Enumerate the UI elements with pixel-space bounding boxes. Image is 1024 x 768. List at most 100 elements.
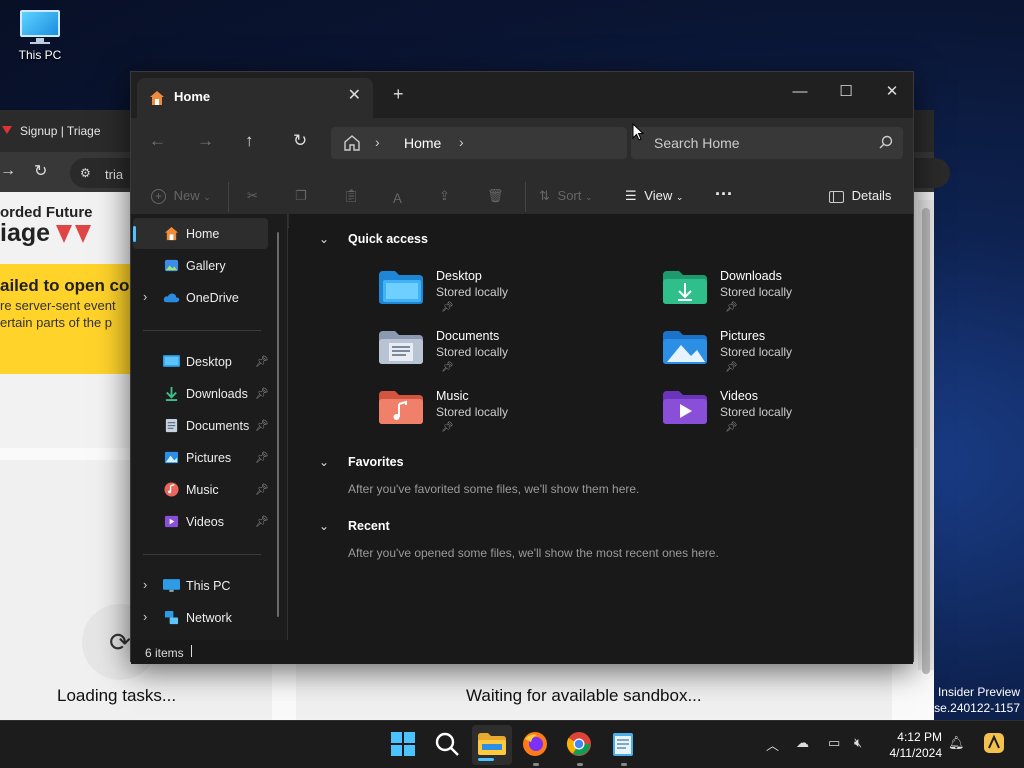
browser-forward-icon[interactable]: → [0,162,16,180]
nav-item-videos[interactable]: Videos 📌︎ [131,508,281,536]
quick-access-documents[interactable]: Documents Stored locally 📌︎ [379,327,579,381]
pin-icon[interactable]: 📌︎ [255,419,269,432]
nav-item-pictures[interactable]: Pictures 📌︎ [131,444,281,472]
quick-access-header[interactable]: Quick access [348,232,428,246]
nav-item-network[interactable]: › Network [131,604,281,632]
quick-access-downloads[interactable]: Downloads Stored locally 📌︎ [663,267,863,321]
volume-muted-icon[interactable]: 🔇︎ [854,735,862,751]
close-window-button[interactable]: ✕ [869,78,915,108]
nav-item-downloads[interactable]: Downloads 📌︎ [131,380,281,408]
copilot-icon[interactable] [982,731,1006,758]
start-button[interactable] [390,731,418,759]
details-button[interactable]: Details [829,188,891,203]
favorites-chevron-icon[interactable]: ⌄ [319,455,329,469]
nav-label: Pictures [186,451,232,465]
share-icon[interactable]: ⇪ [439,188,450,204]
computer-icon [18,10,62,44]
nav-item-this-pc[interactable]: › This PC [131,572,281,600]
cloud-offline-icon[interactable]: ☁ [796,735,809,751]
quick-access-name: Desktop [436,269,482,283]
chevron-right-icon[interactable]: › [143,577,147,592]
show-hidden-icons-chevron-icon[interactable]: ︿ [766,735,779,754]
quick-access-status: Stored locally [436,405,509,419]
quick-access-music[interactable]: Music Stored locally 📌︎ [379,387,579,441]
more-options-button[interactable]: ··· [715,184,733,205]
minimize-button[interactable]: — [777,78,823,108]
copy-icon[interactable]: ❐ [295,188,307,204]
chevron-right-icon[interactable]: › [143,609,147,624]
breadcrumb-chevron-icon[interactable]: › [459,134,464,150]
pin-icon: 📌︎ [441,422,454,433]
network-status-icon[interactable]: ▭ [828,735,840,751]
nav-item-gallery[interactable]: Gallery [131,252,281,280]
notification-bell-icon[interactable]: 🔔︎ [948,735,965,751]
explorer-titlebar[interactable]: Home ✕ + — ☐ ✕ [131,72,913,118]
content-pane: ⌄ Quick access Desktop Stored locally 📌︎… [289,214,913,624]
file-explorer-taskbar-button[interactable] [472,725,512,765]
breadcrumb-chevron-icon[interactable]: › [375,134,380,150]
refresh-icon[interactable]: ↻ [293,131,307,151]
pin-icon[interactable]: 📌︎ [255,515,269,528]
banner-title: ailed to open co [0,276,130,295]
nav-scrollbar[interactable] [277,232,279,617]
breadcrumb-home-label[interactable]: Home [404,135,441,151]
breadcrumb-home-icon[interactable] [343,134,361,152]
downloads-folder-icon [663,271,707,304]
chrome-taskbar-button[interactable] [566,731,594,766]
site-info-icon[interactable]: ⚙ [80,166,91,180]
delete-icon[interactable]: 🗑︎ [487,188,504,204]
breadcrumb[interactable]: › Home › [331,127,627,159]
notepad-taskbar-button[interactable] [610,731,638,766]
browser-reload-icon[interactable]: ↻ [34,161,47,181]
this-pc-desktop-icon[interactable]: This PC [12,10,68,62]
clock-date: 4/11/2024 [889,746,943,760]
browser-scrollbar[interactable] [918,200,934,674]
home-icon [164,226,179,241]
favorites-header[interactable]: Favorites [348,455,404,469]
firefox-taskbar-button[interactable] [522,731,550,766]
triage-logo-icon [56,225,92,243]
documents-folder-icon [379,331,423,364]
paste-icon[interactable]: 📋︎ [343,188,360,204]
pin-icon[interactable]: 📌︎ [255,483,269,496]
pin-icon[interactable]: 📌︎ [255,355,269,368]
nav-item-home[interactable]: Home [131,220,281,248]
browser-tab-title[interactable]: Signup | Triage [20,124,101,138]
pin-icon[interactable]: 📌︎ [255,387,269,400]
back-icon[interactable]: ← [149,131,166,151]
chevron-right-icon[interactable]: › [143,289,147,304]
pin-icon: 📌︎ [725,362,738,373]
new-tab-button[interactable]: + [393,84,404,105]
pin-icon[interactable]: 📌︎ [255,451,269,464]
sort-button[interactable]: ⇅ Sort ⌄ [539,188,593,204]
quick-access-desktop[interactable]: Desktop Stored locally 📌︎ [379,267,579,321]
search-icon[interactable] [879,135,893,149]
cut-icon[interactable]: ✂ [247,188,258,204]
explorer-tab-home[interactable]: Home ✕ [137,78,373,118]
rename-icon[interactable]: Ａ [391,188,404,207]
quick-access-pictures[interactable]: Pictures Stored locally 📌︎ [663,327,863,381]
nav-item-music[interactable]: Music 📌︎ [131,476,281,504]
nav-item-documents[interactable]: Documents 📌︎ [131,412,281,440]
nav-item-desktop[interactable]: Desktop 📌︎ [131,348,281,376]
close-tab-icon[interactable]: ✕ [348,85,361,105]
quick-access-videos[interactable]: Videos Stored locally 📌︎ [663,387,863,441]
new-button[interactable]: + New ⌄ [151,188,211,204]
quick-access-status: Stored locally [436,285,509,299]
maximize-button[interactable]: ☐ [823,78,869,108]
recent-chevron-icon[interactable]: ⌄ [319,519,329,533]
taskbar-clock[interactable]: 4:12 PM 4/11/2024 [880,729,943,761]
nav-item-onedrive[interactable]: › OneDrive [131,284,281,312]
taskbar: ︿ ☁ ▭ 🔇︎ 4:12 PM 4/11/2024 🔔︎ [0,720,1024,768]
forward-icon[interactable]: → [197,131,214,151]
nav-label: Documents [186,419,250,433]
search-taskbar-button[interactable] [434,731,462,759]
recent-header[interactable]: Recent [348,519,390,533]
quick-access-chevron-icon[interactable]: ⌄ [319,232,329,246]
file-explorer-window[interactable]: Home ✕ + — ☐ ✕ ← → ↑ ↻ › Home › Search H… [130,71,914,664]
running-indicator [533,763,539,766]
up-icon[interactable]: ↑ [245,131,254,151]
view-button[interactable]: ☰ View ⌄ [625,188,683,204]
videos-folder-icon [663,391,707,424]
search-input[interactable]: Search Home [631,127,903,159]
